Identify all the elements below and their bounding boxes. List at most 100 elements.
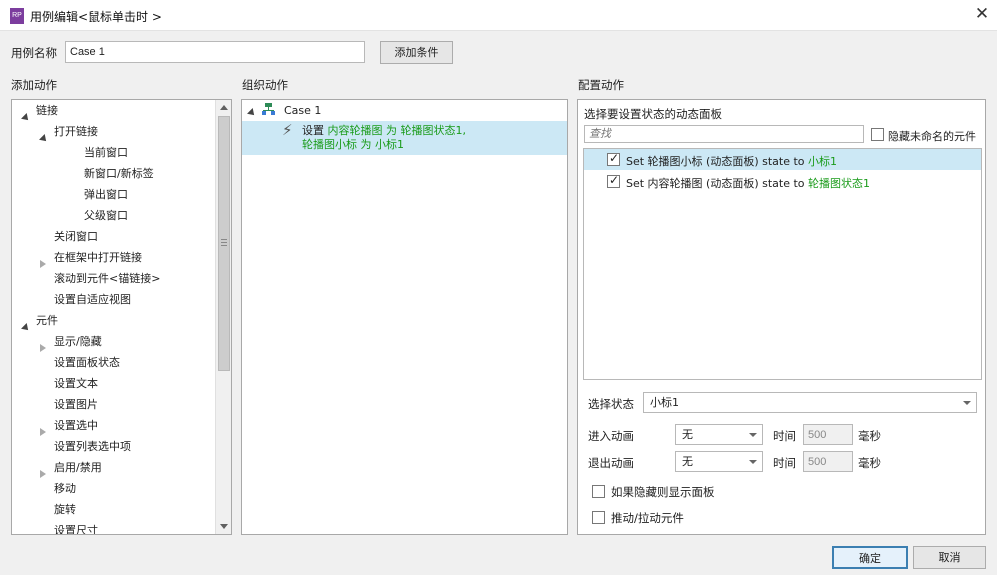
panel-state-prefix: Set 轮播图小标 (动态面板) state to (626, 155, 809, 168)
tree-item-label: 移动 (54, 482, 76, 495)
tree-item-label: 旋转 (54, 503, 76, 516)
enter-time-label: 时间 (773, 429, 796, 443)
tree-item[interactable]: 设置尺寸 (12, 520, 215, 534)
configure-action-title: 配置动作 (578, 78, 624, 92)
tree-item-label: 关闭窗口 (54, 230, 98, 243)
add-action-tree: 链接打开链接当前窗口新窗口/新标签 弹出窗口父级窗口关闭窗口在框架中打开链接滚动到… (11, 99, 232, 535)
title-bar: RP 用例编辑<鼠标单击时 > ✕ (0, 0, 997, 31)
tree-item[interactable]: 父级窗口 (12, 205, 215, 226)
action-detail-1: 内容轮播图 为 轮播图状态1, (327, 124, 467, 137)
scroll-down-icon[interactable] (220, 524, 228, 529)
enter-ms-label: 毫秒 (858, 429, 881, 443)
window-title: 用例编辑<鼠标单击时 > (30, 10, 162, 24)
collapsed-twisty-icon[interactable] (40, 254, 50, 268)
lightning-icon: ⚡ (282, 121, 293, 139)
tree-item[interactable]: 元件 (12, 310, 215, 333)
tree-item-label: 设置图片 (54, 398, 98, 411)
tree-scrollbar[interactable] (215, 100, 231, 534)
organize-action-panel: Case 1 ⚡ 设置 内容轮播图 为 轮播图状态1, 轮播图小标 为 小标1 (241, 99, 568, 535)
tree-item-label: 设置列表选中项 (54, 440, 131, 453)
collapsed-twisty-icon[interactable] (40, 422, 50, 436)
tree-item[interactable]: 滚动到元件<锚链接> (12, 268, 215, 289)
tree-item[interactable]: 显示/隐藏 (12, 331, 215, 352)
tree-item[interactable]: 新窗口/新标签 (12, 163, 215, 184)
panel-state-prefix: Set 内容轮播图 (动态面板) state to (626, 177, 809, 190)
tree-item-label: 启用/禁用 (54, 461, 102, 474)
collapsed-twisty-icon[interactable] (40, 464, 50, 478)
show-if-hidden-checkbox[interactable] (592, 485, 605, 498)
tree-item[interactable]: 设置文本 (12, 373, 215, 394)
tree-item-label: 显示/隐藏 (54, 335, 102, 348)
tree-item-label: 设置面板状态 (54, 356, 120, 369)
case-label[interactable]: Case 1 (284, 104, 321, 117)
case-twisty-icon[interactable] (247, 106, 257, 119)
expanded-twisty-icon[interactable] (21, 317, 32, 333)
tree-item[interactable]: 在框架中打开链接 (12, 247, 215, 268)
add-condition-button[interactable]: 添加条件 (380, 41, 453, 64)
configure-action-panel: 选择要设置状态的动态面板 隐藏未命名的元件 Set 轮播图小标 (动态面板) s… (577, 99, 986, 535)
panel-state-list: Set 轮播图小标 (动态面板) state to 小标1 Set 内容轮播图 (… (583, 148, 982, 380)
exit-time-input[interactable] (803, 451, 853, 472)
select-state-dropdown[interactable]: 小标1 (643, 392, 977, 413)
expanded-twisty-icon[interactable] (21, 107, 32, 123)
panel-state-checkbox[interactable] (607, 151, 620, 166)
case-name-label: 用例名称 (11, 46, 57, 60)
tree-item[interactable]: 链接 (12, 100, 215, 123)
select-state-value: 小标1 (650, 396, 679, 409)
chevron-down-icon (749, 460, 757, 464)
show-if-hidden-label: 如果隐藏则显示面板 (611, 485, 715, 499)
tree-item[interactable]: 设置列表选中项 (12, 436, 215, 457)
enter-anim-value: 无 (682, 428, 693, 441)
configure-subtitle: 选择要设置状态的动态面板 (584, 107, 722, 121)
tree-item-label: 元件 (36, 314, 58, 327)
tree-item-label: 弹出窗口 (84, 188, 128, 201)
tree-item-label: 链接 (36, 104, 58, 117)
tree-item[interactable]: 当前窗口 (12, 142, 215, 163)
tree-item-label: 打开链接 (54, 125, 98, 138)
exit-time-label: 时间 (773, 456, 796, 470)
add-action-title: 添加动作 (11, 78, 57, 92)
close-icon[interactable]: ✕ (972, 4, 992, 24)
expanded-twisty-icon[interactable] (39, 128, 50, 144)
tree-item[interactable]: 设置选中 (12, 415, 215, 436)
case-name-input[interactable] (65, 41, 365, 63)
search-input[interactable] (584, 125, 864, 143)
tree-item[interactable]: 关闭窗口 (12, 226, 215, 247)
axure-app-icon: RP (10, 8, 24, 24)
tree-item[interactable]: 旋转 (12, 499, 215, 520)
tree-item[interactable]: 启用/禁用 (12, 457, 215, 478)
push-pull-label: 推动/拉动元件 (611, 511, 684, 525)
cancel-button[interactable]: 取消 (913, 546, 986, 569)
chevron-down-icon (963, 401, 971, 405)
action-prefix: 设置 (302, 124, 324, 137)
select-state-label: 选择状态 (588, 397, 634, 411)
panel-state-value: 轮播图状态1 (808, 177, 871, 190)
scroll-up-icon[interactable] (220, 105, 228, 110)
tree-item-label: 新窗口/新标签 (84, 167, 154, 180)
tree-item-label: 滚动到元件<锚链接> (54, 272, 161, 285)
exit-anim-label: 退出动画 (588, 456, 634, 470)
chevron-down-icon (749, 433, 757, 437)
scroll-thumb[interactable] (218, 116, 230, 371)
tree-item[interactable]: 弹出窗口 (12, 184, 215, 205)
enter-anim-dropdown[interactable]: 无 (675, 424, 763, 445)
enter-time-input[interactable] (803, 424, 853, 445)
action-row[interactable]: ⚡ 设置 内容轮播图 为 轮播图状态1, 轮播图小标 为 小标1 (242, 121, 567, 155)
tree-item[interactable]: 设置面板状态 (12, 352, 215, 373)
ok-button[interactable]: 确定 (832, 546, 908, 569)
panel-state-row[interactable]: Set 轮播图小标 (动态面板) state to 小标1 (584, 149, 981, 170)
tree-item[interactable]: 打开链接 (12, 121, 215, 144)
action-detail-2: 轮播图小标 为 小标1 (302, 138, 404, 151)
exit-anim-dropdown[interactable]: 无 (675, 451, 763, 472)
collapsed-twisty-icon[interactable] (40, 338, 50, 352)
enter-anim-label: 进入动画 (588, 429, 634, 443)
panel-state-row[interactable]: Set 内容轮播图 (动态面板) state to 轮播图状态1 (584, 171, 981, 192)
tree-item[interactable]: 移动 (12, 478, 215, 499)
panel-state-checkbox[interactable] (607, 173, 620, 188)
hide-unnamed-checkbox[interactable] (871, 128, 884, 141)
push-pull-checkbox[interactable] (592, 511, 605, 524)
tree-item[interactable]: 设置图片 (12, 394, 215, 415)
tree-item[interactable]: 设置自适应视图 (12, 289, 215, 310)
tree-item-label: 设置自适应视图 (54, 293, 131, 306)
panel-state-value: 小标1 (808, 155, 838, 168)
